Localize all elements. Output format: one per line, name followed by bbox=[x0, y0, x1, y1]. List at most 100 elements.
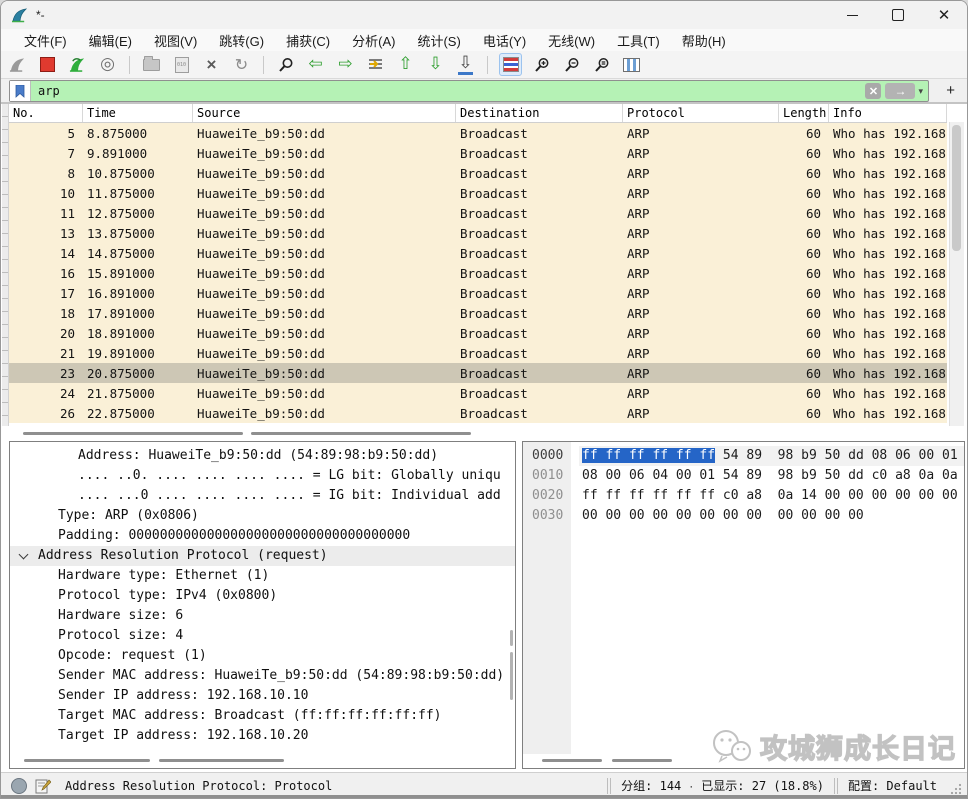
menu-item[interactable]: 编辑(E) bbox=[78, 29, 143, 52]
cell-destination: Broadcast bbox=[456, 283, 623, 303]
detail-line[interactable]: Target IP address: 192.168.10.20 bbox=[10, 726, 515, 746]
packet-list-vscrollbar[interactable] bbox=[949, 122, 964, 426]
detail-line[interactable]: .... ...0 .... .... .... .... = IG bit: … bbox=[10, 486, 515, 506]
packet-row[interactable]: 1011.875000HuaweiTe_b9:50:ddBroadcastARP… bbox=[9, 183, 947, 203]
menu-item[interactable]: 工具(T) bbox=[606, 29, 671, 52]
detail-line[interactable]: Sender IP address: 192.168.10.10 bbox=[10, 686, 515, 706]
close-button[interactable]: ✕ bbox=[921, 1, 967, 29]
column-header[interactable]: Time bbox=[83, 104, 193, 122]
zoom-in-button[interactable] bbox=[531, 54, 552, 75]
packet-row[interactable]: 1817.891000HuaweiTe_b9:50:ddBroadcastARP… bbox=[9, 303, 947, 323]
filter-clear-button[interactable]: ✕ bbox=[865, 83, 881, 99]
packet-minimap-scrollbar[interactable] bbox=[2, 104, 9, 426]
detail-line[interactable]: Protocol type: IPv4 (0x0800) bbox=[10, 586, 515, 606]
resize-columns-button[interactable] bbox=[621, 54, 642, 75]
packet-row[interactable]: 1615.891000HuaweiTe_b9:50:ddBroadcastARP… bbox=[9, 263, 947, 283]
hex-row[interactable]: 0000ff ff ff ff ff ff 54 89 98 b9 50 dd … bbox=[523, 446, 964, 466]
zoom-reset-button[interactable] bbox=[591, 54, 612, 75]
packet-row[interactable]: 1112.875000HuaweiTe_b9:50:ddBroadcastARP… bbox=[9, 203, 947, 223]
reload-button[interactable]: ↻ bbox=[231, 54, 252, 75]
expert-info-icon[interactable] bbox=[11, 778, 27, 794]
capture-restart-button[interactable] bbox=[67, 54, 88, 75]
hex-row[interactable]: 001008 00 06 04 00 01 54 89 98 b9 50 dd … bbox=[523, 466, 964, 486]
details-vscroll-thumb[interactable] bbox=[510, 630, 513, 646]
go-up-button[interactable]: ⇧ bbox=[395, 54, 416, 75]
vscroll-thumb[interactable] bbox=[952, 125, 961, 251]
packet-row[interactable]: 1313.875000HuaweiTe_b9:50:ddBroadcastARP… bbox=[9, 223, 947, 243]
file-close-button[interactable]: × bbox=[201, 54, 222, 75]
capture-options-button[interactable]: ◎ bbox=[97, 54, 118, 75]
details-hscrollbar[interactable] bbox=[159, 759, 284, 762]
go-to-bottom-button[interactable]: ⇩ bbox=[455, 54, 476, 75]
capture-start-button[interactable] bbox=[7, 54, 28, 75]
column-header[interactable]: Length bbox=[779, 104, 829, 122]
go-down-button[interactable]: ⇩ bbox=[425, 54, 446, 75]
go-back-button[interactable]: ⇦ bbox=[305, 54, 326, 75]
column-header[interactable]: Source bbox=[193, 104, 456, 122]
chevron-down-icon[interactable] bbox=[19, 550, 29, 560]
packet-row[interactable]: 1716.891000HuaweiTe_b9:50:ddBroadcastARP… bbox=[9, 283, 947, 303]
zoom-out-button[interactable] bbox=[561, 54, 582, 75]
packet-row[interactable]: 2421.875000HuaweiTe_b9:50:ddBroadcastARP… bbox=[9, 383, 947, 403]
cell-time: 14.875000 bbox=[83, 243, 193, 263]
menu-item[interactable]: 无线(W) bbox=[537, 29, 606, 52]
detail-text: Hardware size: 6 bbox=[58, 608, 183, 623]
detail-line[interactable]: Hardware size: 6 bbox=[10, 606, 515, 626]
menu-item[interactable]: 跳转(G) bbox=[208, 29, 275, 52]
column-header[interactable]: No. bbox=[9, 104, 83, 122]
packet-row[interactable]: 79.891000HuaweiTe_b9:50:ddBroadcastARP60… bbox=[9, 143, 947, 163]
detail-line[interactable]: Protocol size: 4 bbox=[10, 626, 515, 646]
filter-apply-button[interactable]: → bbox=[885, 83, 915, 99]
hex-hscrollbar[interactable] bbox=[542, 759, 602, 762]
filter-add-button[interactable]: + bbox=[946, 82, 955, 99]
hex-row[interactable]: 0020ff ff ff ff ff ff c0 a8 0a 14 00 00 … bbox=[523, 486, 964, 506]
detail-line[interactable]: Opcode: request (1) bbox=[10, 646, 515, 666]
file-save-button[interactable]: 010 bbox=[171, 54, 192, 75]
filter-dropdown-caret[interactable]: ▾ bbox=[918, 86, 923, 97]
packet-row[interactable]: 2119.891000HuaweiTe_b9:50:ddBroadcastARP… bbox=[9, 343, 947, 363]
hex-row[interactable]: 003000 00 00 00 00 00 00 00 00 00 00 00 bbox=[523, 506, 964, 526]
find-packet-button[interactable] bbox=[275, 54, 296, 75]
resize-grip[interactable] bbox=[949, 782, 963, 796]
column-header[interactable]: Info bbox=[829, 104, 947, 122]
status-profile[interactable]: 配置: Default bbox=[848, 777, 937, 794]
maximize-button[interactable] bbox=[875, 1, 921, 29]
display-filter-input[interactable]: arp ✕ → ▾ bbox=[9, 80, 929, 102]
detail-line[interactable]: Padding: 0000000000000000000000000000000… bbox=[10, 526, 515, 546]
column-header[interactable]: Protocol bbox=[623, 104, 779, 122]
go-to-packet-button[interactable] bbox=[365, 54, 386, 75]
packet-row[interactable]: 1414.875000HuaweiTe_b9:50:ddBroadcastARP… bbox=[9, 243, 947, 263]
detail-line[interactable]: Hardware type: Ethernet (1) bbox=[10, 566, 515, 586]
packet-row[interactable]: 2622.875000HuaweiTe_b9:50:ddBroadcastARP… bbox=[9, 403, 947, 423]
filter-bookmark-button[interactable] bbox=[10, 81, 31, 101]
detail-line[interactable]: Type: ARP (0x0806) bbox=[10, 506, 515, 526]
detail-line[interactable]: Address: HuaweiTe_b9:50:dd (54:89:98:b9:… bbox=[10, 446, 515, 466]
file-open-button[interactable] bbox=[141, 54, 162, 75]
colorize-toggle-button[interactable] bbox=[499, 53, 522, 76]
details-vscroll-thumb[interactable] bbox=[510, 652, 513, 700]
detail-line[interactable]: .... ..0. .... .... .... .... = LG bit: … bbox=[10, 466, 515, 486]
detail-line[interactable]: Target MAC address: Broadcast (ff:ff:ff:… bbox=[10, 706, 515, 726]
packet-row[interactable]: 58.875000HuaweiTe_b9:50:ddBroadcastARP60… bbox=[9, 123, 947, 143]
column-header[interactable]: Destination bbox=[456, 104, 623, 122]
menu-item[interactable]: 视图(V) bbox=[143, 29, 208, 52]
hex-hscrollbar[interactable] bbox=[612, 759, 672, 762]
menu-item[interactable]: 捕获(C) bbox=[275, 29, 341, 52]
go-forward-button[interactable]: ⇨ bbox=[335, 54, 356, 75]
details-hscrollbar[interactable] bbox=[24, 759, 150, 762]
packet-row[interactable]: 2320.875000HuaweiTe_b9:50:ddBroadcastARP… bbox=[9, 363, 947, 383]
menu-item[interactable]: 分析(A) bbox=[341, 29, 406, 52]
detail-line[interactable]: Sender MAC address: HuaweiTe_b9:50:dd (5… bbox=[10, 666, 515, 686]
packet-list-hscrollbar[interactable] bbox=[23, 432, 243, 435]
menu-item[interactable]: 帮助(H) bbox=[671, 29, 737, 52]
menu-item[interactable]: 统计(S) bbox=[406, 29, 471, 52]
minimize-button[interactable] bbox=[829, 1, 875, 29]
packet-row[interactable]: 2018.891000HuaweiTe_b9:50:ddBroadcastARP… bbox=[9, 323, 947, 343]
detail-line[interactable]: Address Resolution Protocol (request) bbox=[10, 546, 515, 566]
packet-list-hscrollbar[interactable] bbox=[251, 432, 471, 435]
capture-comment-icon[interactable] bbox=[35, 778, 51, 794]
capture-stop-button[interactable] bbox=[37, 54, 58, 75]
packet-row[interactable]: 810.875000HuaweiTe_b9:50:ddBroadcastARP6… bbox=[9, 163, 947, 183]
menu-item[interactable]: 文件(F) bbox=[13, 29, 78, 52]
menu-item[interactable]: 电话(Y) bbox=[472, 29, 537, 52]
